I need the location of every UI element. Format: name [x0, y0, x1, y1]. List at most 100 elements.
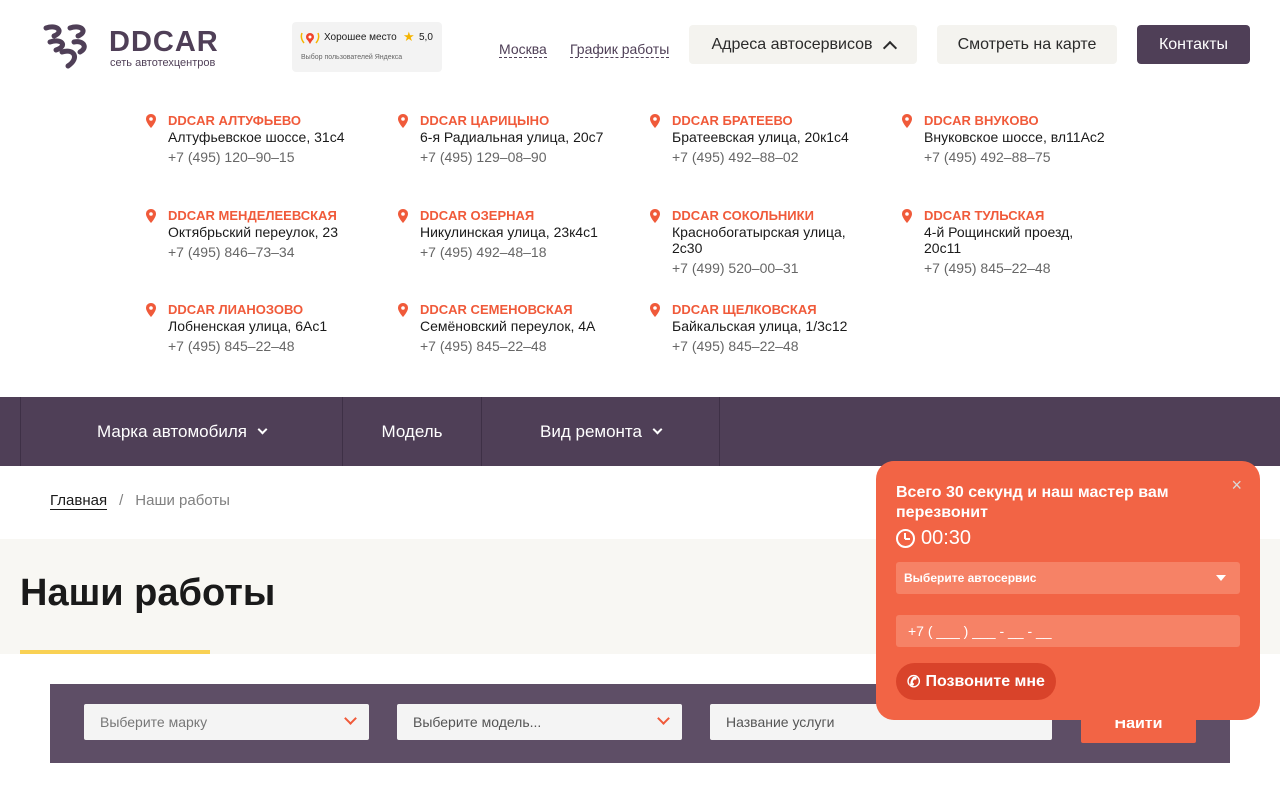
address-item[interactable]: DDCAR ЩЕЛКОВСКАЯ Байкальская улица, 1/3с…: [650, 302, 912, 354]
address-street: Никулинская улица, 23к4с1: [420, 224, 598, 240]
brand-select[interactable]: Выберите марку: [84, 704, 369, 740]
map-pin-icon: [146, 114, 156, 128]
chevron-down-icon: [652, 424, 663, 435]
phone-input-placeholder: +7 ( ___ ) ___ - __ - __: [908, 623, 1052, 639]
popup-title: Всего 30 секунд и наш мастер вам перезво…: [896, 484, 1169, 521]
close-icon[interactable]: ×: [1231, 475, 1242, 495]
address-street: Краснобогатырская улица, 2с30: [672, 224, 846, 256]
service-input-placeholder: Название услуги: [726, 714, 835, 730]
repair-type-filter-dropdown[interactable]: Вид ремонта: [481, 397, 720, 466]
brand-filter-label: Марка автомобиля: [97, 421, 247, 441]
address-phone[interactable]: +7 (495) 129–08–90: [420, 149, 660, 165]
schedule-link[interactable]: График работы: [570, 41, 670, 58]
address-phone[interactable]: +7 (495) 845–22–48: [420, 338, 660, 354]
address-street: 6-я Радиальная улица, 20с7: [420, 129, 604, 145]
address-phone[interactable]: +7 (495) 846–73–34: [168, 244, 408, 260]
address-item[interactable]: DDCAR СОКОЛЬНИКИ Краснобогатырская улица…: [650, 208, 872, 276]
timer-value: 00:30: [921, 527, 972, 549]
map-pin-icon: [902, 114, 912, 128]
address-phone[interactable]: +7 (495) 120–90–15: [168, 149, 408, 165]
address-phone[interactable]: +7 (499) 520–00–31: [672, 260, 872, 276]
chevron-down-icon: [657, 712, 670, 725]
yandex-rating-badge[interactable]: Хорошее место ★ 5,0 Выбор пользователей …: [292, 22, 442, 72]
model-filter[interactable]: Модель: [342, 397, 481, 466]
address-item[interactable]: DDCAR МЕНДЕЛЕЕВСКАЯ Октябрьский переулок…: [146, 208, 408, 260]
call-me-button[interactable]: ✆ Позвоните мне: [896, 663, 1056, 700]
service-center-placeholder: Выберите автосервис: [904, 571, 1037, 585]
model-select-placeholder: Выберите модель...: [413, 714, 542, 730]
phone-input[interactable]: +7 ( ___ ) ___ - __ - __: [896, 615, 1240, 647]
breadcrumb-home-link[interactable]: Главная: [50, 492, 108, 510]
map-pin-icon: [650, 303, 660, 317]
addresses-button[interactable]: Адреса автосервисов: [689, 25, 917, 64]
address-name[interactable]: DDCAR СЕМЕНОВСКАЯ: [420, 302, 660, 318]
chevron-down-icon: [344, 712, 357, 725]
address-street: Братеевская улица, 20к1с4: [672, 129, 849, 145]
address-name[interactable]: DDCAR ЩЕЛКОВСКАЯ: [672, 302, 912, 318]
address-item[interactable]: DDCAR БРАТЕЕВО Братеевская улица, 20к1с4…: [650, 113, 912, 165]
breadcrumb: Главная / Наши работы: [50, 492, 230, 510]
address-item[interactable]: DDCAR ОЗЕРНАЯ Никулинская улица, 23к4с1 …: [398, 208, 660, 260]
address-name[interactable]: DDCAR ЦАРИЦЫНО: [420, 113, 660, 129]
site-header: DDCAR сеть автотехцентров Хорошее место …: [0, 0, 1280, 90]
service-center-select[interactable]: Выберите автосервис: [896, 562, 1240, 594]
address-item[interactable]: DDCAR СЕМЕНОВСКАЯ Семёновский переулок, …: [398, 302, 660, 354]
address-street: Октябрьский переулок, 23: [168, 224, 338, 240]
chevron-up-icon: [882, 40, 897, 55]
address-street: 4-й Рощинский проезд, 20с11: [924, 224, 1074, 256]
address-street: Семёновский переулок, 4А: [420, 318, 596, 334]
address-phone[interactable]: +7 (495) 845–22–48: [168, 338, 408, 354]
address-item[interactable]: DDCAR АЛТУФЬЕВО Алтуфьевское шоссе, 31с4…: [146, 113, 408, 165]
catalog-filter-bar: Марка автомобиля Модель Вид ремонта: [0, 397, 1280, 466]
address-name[interactable]: DDCAR ЛИАНОЗОВО: [168, 302, 408, 318]
call-me-label: Позвоните мне: [925, 672, 1045, 690]
address-street: Байкальская улица, 1/3с12: [672, 318, 848, 334]
page-title: Наши работы: [20, 572, 276, 614]
address-phone[interactable]: +7 (495) 492–88–75: [924, 149, 1164, 165]
breadcrumb-separator: /: [119, 492, 124, 509]
address-name[interactable]: DDCAR СОКОЛЬНИКИ: [672, 208, 872, 224]
address-item[interactable]: DDCAR ЛИАНОЗОВО Лобненская улица, 6Ас1 +…: [146, 302, 408, 354]
brand-filter-dropdown[interactable]: Марка автомобиля: [20, 397, 342, 466]
address-name[interactable]: DDCAR АЛТУФЬЕВО: [168, 113, 408, 129]
logo[interactable]: DDCAR сеть автотехцентров: [40, 22, 240, 72]
address-street: Алтуфьевское шоссе, 31с4: [168, 129, 345, 145]
address-phone[interactable]: +7 (495) 845–22–48: [924, 260, 1104, 276]
address-phone[interactable]: +7 (495) 492–48–18: [420, 244, 660, 260]
map-pin-icon: [398, 209, 408, 223]
logo-subtitle: сеть автотехцентров: [110, 57, 216, 69]
map-pin-icon: [146, 303, 156, 317]
address-phone[interactable]: +7 (495) 845–22–48: [672, 338, 912, 354]
map-pin-icon: [650, 209, 660, 223]
phone-icon: ✆: [907, 673, 921, 691]
address-name[interactable]: DDCAR БРАТЕЕВО: [672, 113, 912, 129]
rating-label: Хорошее место: [324, 32, 397, 43]
address-name[interactable]: DDCAR МЕНДЕЛЕЕВСКАЯ: [168, 208, 408, 224]
map-pin-icon: [398, 114, 408, 128]
map-pin-icon: [146, 209, 156, 223]
laurel-pin-icon: [300, 32, 320, 44]
address-name[interactable]: DDCAR ВНУКОВО: [924, 113, 1164, 129]
address-name[interactable]: DDCAR ТУЛЬСКАЯ: [924, 208, 1104, 224]
address-name[interactable]: DDCAR ОЗЕРНАЯ: [420, 208, 660, 224]
contacts-button[interactable]: Контакты: [1137, 25, 1250, 64]
star-icon: ★: [403, 29, 415, 44]
address-item[interactable]: DDCAR ВНУКОВО Внуковское шоссе, вл11Ас2 …: [902, 113, 1164, 165]
breadcrumb-current: Наши работы: [135, 492, 230, 509]
caret-down-icon: [1216, 575, 1226, 581]
rating-subtitle: Выбор пользователей Яндекса: [301, 54, 403, 61]
map-pin-icon: [398, 303, 408, 317]
address-item[interactable]: DDCAR ТУЛЬСКАЯ 4-й Рощинский проезд, 20с…: [902, 208, 1104, 276]
address-item[interactable]: DDCAR ЦАРИЦЫНО 6-я Радиальная улица, 20с…: [398, 113, 660, 165]
view-map-button[interactable]: Смотреть на карте: [937, 25, 1117, 64]
address-street: Внуковское шоссе, вл11Ас2: [924, 129, 1105, 145]
rating-score: 5,0: [419, 32, 433, 43]
model-select[interactable]: Выберите модель...: [397, 704, 682, 740]
brand-select-placeholder: Выберите марку: [100, 714, 208, 730]
address-phone[interactable]: +7 (495) 492–88–02: [672, 149, 912, 165]
ddcar-logo-icon: [43, 24, 87, 69]
city-link[interactable]: Москва: [499, 41, 547, 58]
title-underline: [20, 650, 210, 654]
clock-icon: [896, 529, 915, 548]
chevron-down-icon: [257, 424, 268, 435]
